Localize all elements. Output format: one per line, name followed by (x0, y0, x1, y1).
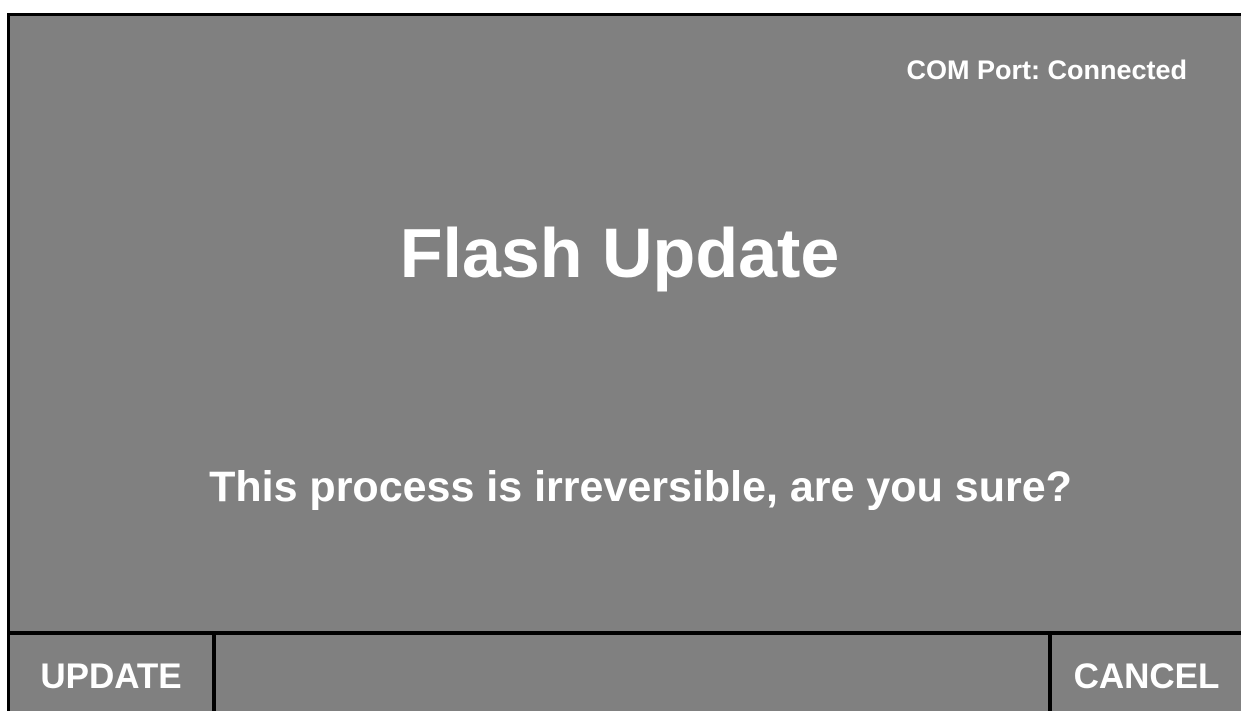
cancel-button[interactable]: CANCEL (1048, 635, 1241, 711)
confirmation-prompt: This process is irreversible, are you su… (209, 463, 1072, 511)
page-title: Flash Update (399, 214, 840, 292)
com-port-status: COM Port: Connected (906, 55, 1188, 85)
update-button[interactable]: UPDATE (10, 635, 216, 711)
flash-update-screen: COM Port: Connected Flash Update This pr… (7, 13, 1241, 711)
softkey-bar: UPDATE CANCEL (10, 631, 1241, 711)
empty-softkey (216, 635, 1050, 711)
